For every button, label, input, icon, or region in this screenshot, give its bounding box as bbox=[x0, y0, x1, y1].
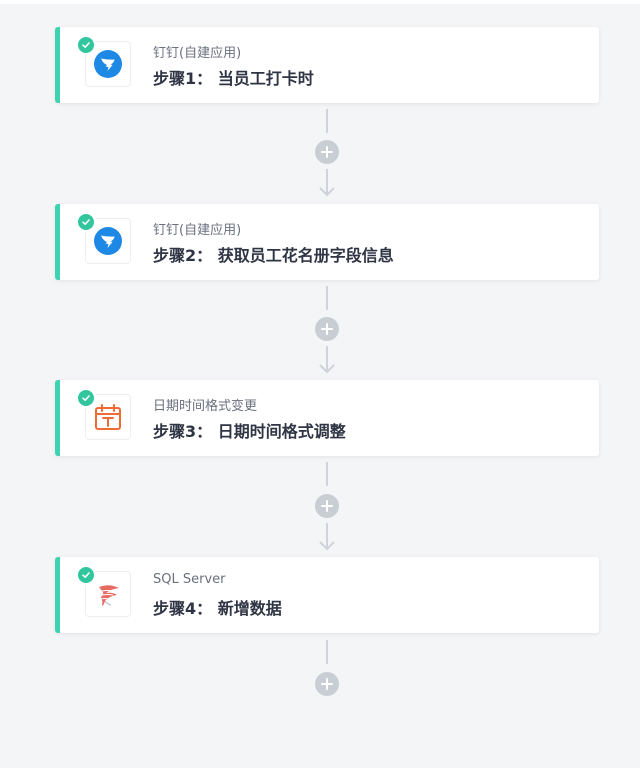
app-name: SQL Server bbox=[153, 572, 226, 587]
step-card-1[interactable]: 钉钉(自建应用) 步骤1： 当员工打卡时 bbox=[55, 27, 599, 103]
add-step-button[interactable] bbox=[315, 494, 339, 518]
add-step-button[interactable] bbox=[315, 317, 339, 341]
add-step-button[interactable] bbox=[315, 140, 339, 164]
step-connector bbox=[313, 109, 341, 199]
success-check-icon bbox=[76, 212, 96, 232]
success-check-icon bbox=[76, 565, 96, 585]
step-title: 步骤1： 当员工打卡时 bbox=[153, 69, 314, 88]
step-title: 步骤2： 获取员工花名册字段信息 bbox=[153, 246, 394, 265]
connector-line bbox=[326, 109, 328, 133]
app-name: 日期时间格式变更 bbox=[153, 399, 258, 414]
app-name: 钉钉(自建应用) bbox=[153, 46, 242, 61]
step-card-2[interactable]: 钉钉(自建应用) 步骤2： 获取员工花名册字段信息 bbox=[55, 204, 599, 280]
add-step-button[interactable] bbox=[315, 672, 339, 696]
arrow-down-icon bbox=[319, 346, 335, 374]
connector-line bbox=[326, 286, 328, 310]
connector-line bbox=[326, 462, 328, 486]
connector-line bbox=[326, 640, 328, 664]
step-card-3[interactable]: 日期时间格式变更 步骤3： 日期时间格式调整 bbox=[55, 380, 599, 456]
step-title: 步骤4： 新增数据 bbox=[153, 599, 282, 618]
success-check-icon bbox=[76, 35, 96, 55]
workflow-canvas: 钉钉(自建应用) 步骤1： 当员工打卡时 钉钉(自建应用) 步骤2： 获取员工花… bbox=[0, 0, 640, 768]
app-name: 钉钉(自建应用) bbox=[153, 223, 242, 238]
dingtalk-icon bbox=[94, 50, 122, 78]
dingtalk-icon bbox=[94, 227, 122, 255]
arrow-down-icon bbox=[319, 523, 335, 551]
calendar-icon bbox=[95, 404, 121, 430]
step-connector bbox=[313, 286, 341, 376]
top-strip bbox=[0, 0, 640, 4]
step-connector bbox=[313, 640, 341, 700]
success-check-icon bbox=[76, 388, 96, 408]
sql-server-icon bbox=[99, 585, 119, 606]
arrow-down-icon bbox=[319, 169, 335, 197]
step-card-4[interactable]: SQL Server 步骤4： 新增数据 bbox=[55, 557, 599, 633]
step-connector bbox=[313, 462, 341, 552]
step-title: 步骤3： 日期时间格式调整 bbox=[153, 422, 346, 441]
